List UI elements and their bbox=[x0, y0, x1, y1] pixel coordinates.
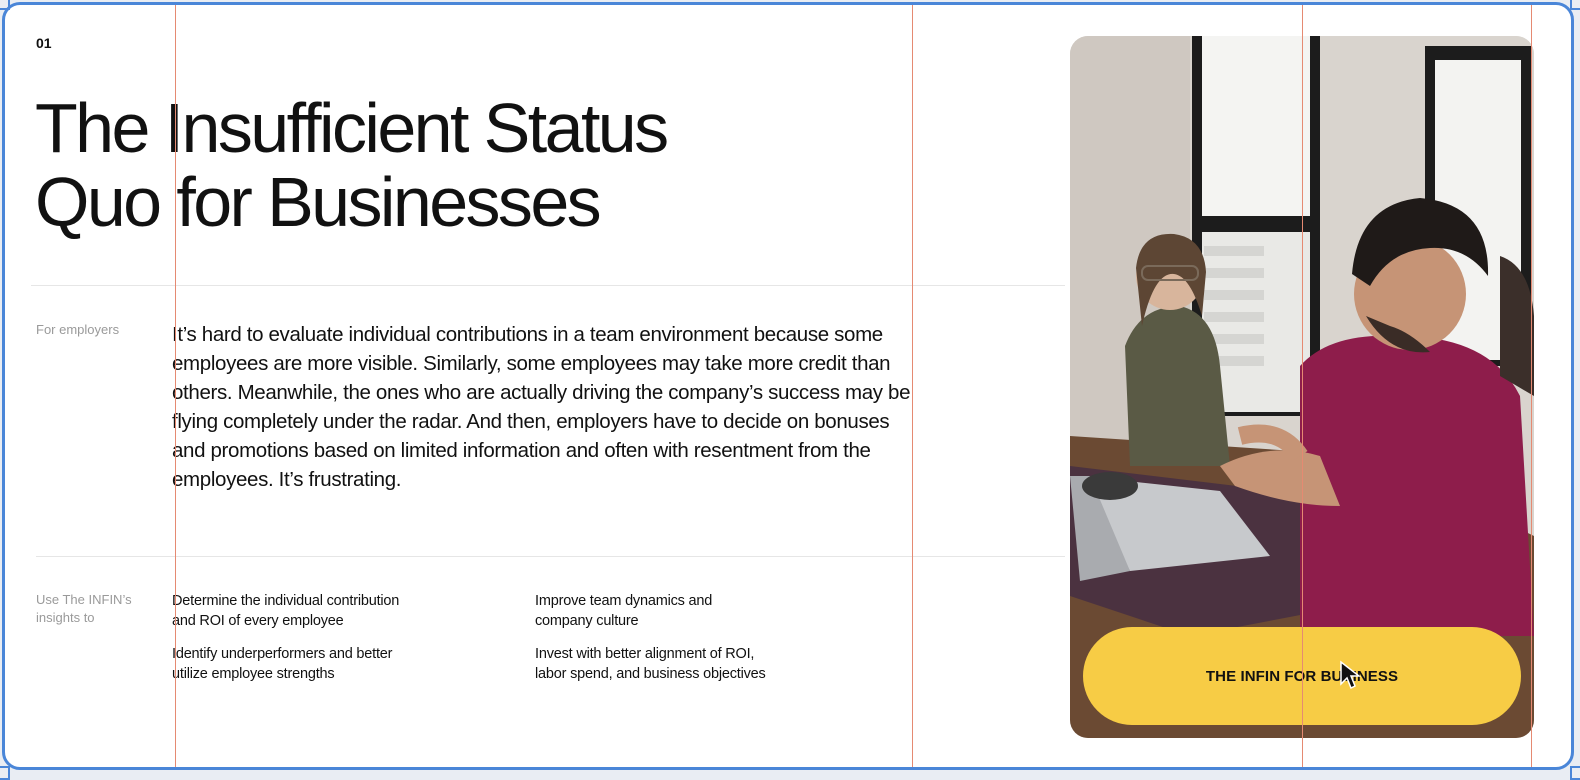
insight-line: Determine the individual contribution bbox=[172, 593, 399, 609]
insight-line: Invest with better alignment of ROI, bbox=[535, 646, 754, 662]
divider bbox=[36, 556, 1065, 557]
insight-item: Identify underperformers and better util… bbox=[172, 644, 432, 684]
insight-line: utilize employee strengths bbox=[172, 666, 334, 682]
insight-line: labor spend, and business objectives bbox=[535, 666, 766, 682]
infin-for-business-button[interactable]: THE INFIN FOR BUSINESS bbox=[1083, 627, 1521, 725]
title-line-2: Quo for Businesses bbox=[35, 163, 599, 241]
insights-label: Use The INFIN’s insights to bbox=[36, 591, 132, 627]
cursor-arrow-icon bbox=[1339, 660, 1361, 690]
divider bbox=[31, 285, 1065, 286]
page-title: The Insufficient Status Quo for Business… bbox=[35, 91, 735, 239]
employers-label: For employers bbox=[36, 321, 119, 339]
insight-line: Improve team dynamics and bbox=[535, 593, 712, 609]
resize-handle[interactable] bbox=[1570, 0, 1580, 10]
insight-line: Identify underperformers and better bbox=[172, 646, 392, 662]
insight-item: Invest with better alignment of ROI, lab… bbox=[535, 644, 795, 684]
insight-line: company culture bbox=[535, 613, 638, 629]
insights-label-line-2: insights to bbox=[36, 610, 95, 625]
section-number: 01 bbox=[36, 35, 52, 51]
page-frame: 01 The Insufficient Status Quo for Busin… bbox=[2, 2, 1574, 770]
title-line-1: The Insufficient Status bbox=[35, 89, 667, 167]
resize-handle[interactable] bbox=[0, 766, 10, 780]
insight-item: Determine the individual contribution an… bbox=[172, 591, 432, 631]
resize-handle[interactable] bbox=[0, 0, 10, 10]
insight-item: Improve team dynamics and company cultur… bbox=[535, 591, 795, 631]
insight-line: and ROI of every employee bbox=[172, 613, 344, 629]
employers-body: It’s hard to evaluate individual contrib… bbox=[172, 320, 922, 494]
resize-handle[interactable] bbox=[1570, 766, 1580, 780]
insights-label-line-1: Use The INFIN’s bbox=[36, 592, 132, 607]
